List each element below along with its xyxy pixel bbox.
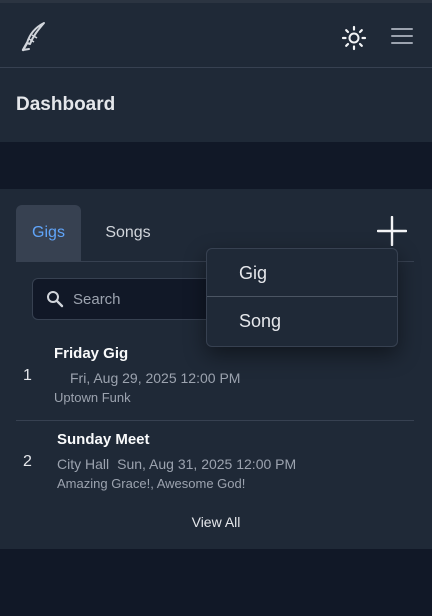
gig-datetime: Fri, Aug 29, 2025 12:00 PM <box>70 370 241 386</box>
plus-icon[interactable] <box>376 215 408 247</box>
view-all-link[interactable]: View All <box>0 514 432 530</box>
add-song-menu-item[interactable]: Song <box>207 297 397 345</box>
hamburger-menu-icon[interactable] <box>391 28 413 48</box>
add-menu-dropdown: Gig Song <box>206 248 398 347</box>
gig-number: 2 <box>23 453 32 470</box>
quill-pen-icon[interactable] <box>20 21 48 53</box>
search-box[interactable] <box>32 278 232 320</box>
gig-number: 1 <box>23 367 32 384</box>
top-bar <box>0 0 432 68</box>
gig-row[interactable]: 1 Friday Gig Fri, Aug 29, 2025 12:00 PM … <box>16 339 414 421</box>
gig-title: Sunday Meet <box>57 431 150 448</box>
gig-meta: Fri, Aug 29, 2025 12:00 PM <box>62 370 240 386</box>
page-footer-area <box>0 549 432 616</box>
search-icon <box>46 290 64 308</box>
gig-songs: Uptown Funk <box>54 390 131 405</box>
tab-songs[interactable]: Songs <box>93 205 163 261</box>
page-title: Dashboard <box>16 94 116 115</box>
sun-icon[interactable] <box>341 25 367 51</box>
gig-datetime: Sun, Aug 31, 2025 12:00 PM <box>117 456 297 472</box>
section-spacer <box>0 142 432 189</box>
add-gig-menu-item[interactable]: Gig <box>207 249 397 297</box>
gig-songs: Amazing Grace!, Awesome God! <box>57 476 246 491</box>
gig-row[interactable]: 2 Sunday Meet City Hall Sun, Aug 31, 2025… <box>16 425 414 505</box>
gigs-card: Gigs Songs 1 Friday Gig Fri, Aug 29, 202… <box>0 189 432 549</box>
gig-venue: City Hall <box>57 456 110 472</box>
tab-gigs[interactable]: Gigs <box>16 205 81 261</box>
page-header: Dashboard <box>0 68 432 142</box>
gig-meta: City Hall Sun, Aug 31, 2025 12:00 PM <box>57 456 296 472</box>
search-input[interactable] <box>73 287 223 311</box>
gig-title: Friday Gig <box>54 345 129 362</box>
